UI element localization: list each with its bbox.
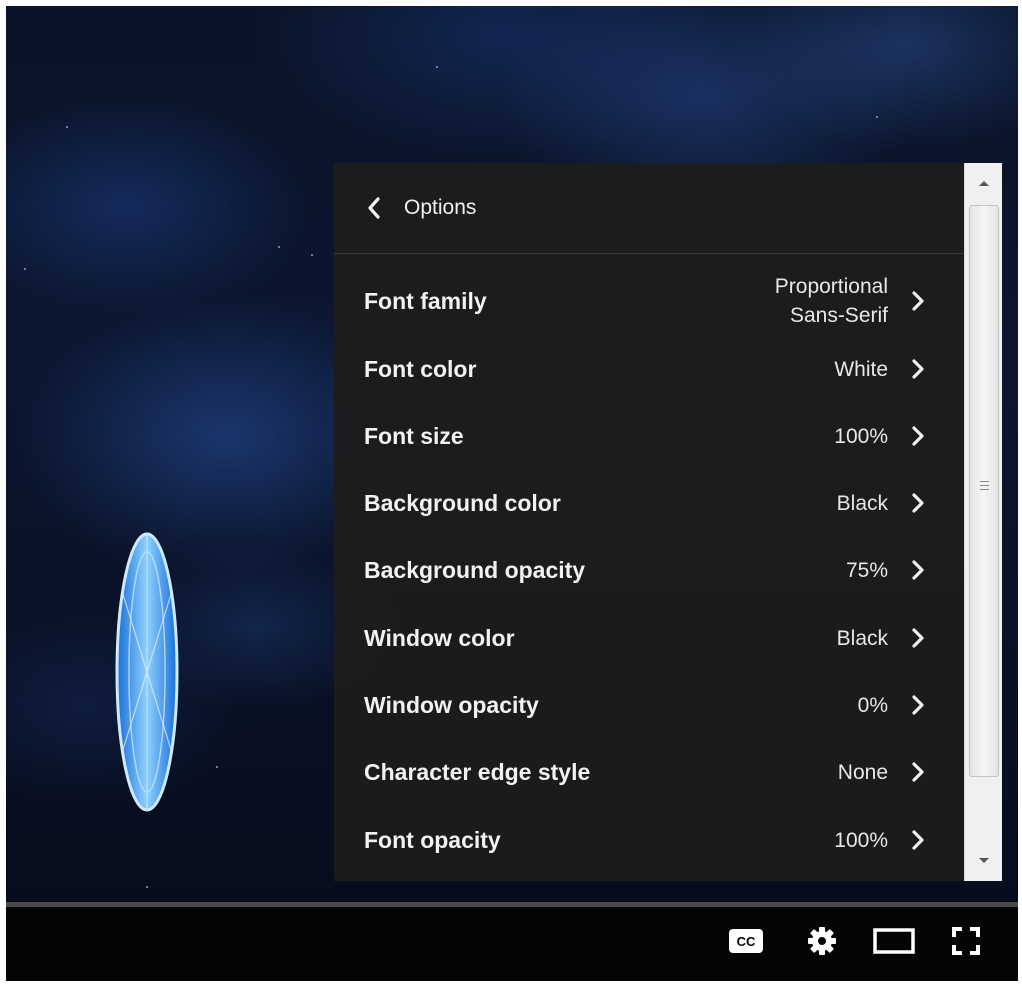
option-row[interactable]: Character edge style None: [334, 739, 964, 805]
star: [146, 886, 148, 888]
option-row[interactable]: Window color Black: [334, 605, 964, 671]
option-row[interactable]: Font family Proportional Sans-Serif: [334, 268, 964, 334]
option-value: Proportional Sans-Serif: [775, 272, 888, 330]
option-value-line: 75%: [845, 558, 888, 582]
option-value: White: [834, 355, 888, 384]
star: [278, 246, 280, 248]
chevron-right-icon: [910, 290, 926, 312]
option-value: None: [838, 758, 888, 787]
option-value: 75%: [846, 556, 888, 585]
scrollbar-thumb[interactable]: [969, 205, 999, 777]
option-value-line: Proportional: [774, 275, 888, 298]
star: [876, 116, 878, 118]
option-row[interactable]: Window opacity 0%: [334, 672, 964, 738]
option-label: Character edge style: [364, 759, 591, 785]
chevron-right-icon: [910, 425, 926, 447]
blue-crystal-image: [115, 532, 179, 812]
star: [436, 66, 438, 68]
option-value: 100%: [834, 422, 888, 451]
panel-title[interactable]: Options: [404, 196, 476, 220]
option-value-line: Black: [836, 491, 888, 515]
option-value-line: 100%: [834, 424, 888, 448]
chevron-left-icon[interactable]: [364, 196, 384, 220]
chevron-right-icon: [910, 358, 926, 380]
star: [24, 268, 26, 270]
option-value: Black: [837, 624, 888, 653]
panel-header: Options: [334, 163, 964, 254]
chevron-right-icon: [910, 492, 926, 514]
scroll-down-arrow-icon[interactable]: [965, 841, 1002, 881]
option-value-line: 0%: [857, 693, 888, 717]
scrollbar-grip-icon: [980, 481, 989, 493]
video-player: Options Font family Proportional Sans-Seri…: [6, 6, 1018, 981]
option-label: Window opacity: [364, 692, 539, 718]
option-label: Background opacity: [364, 557, 586, 583]
option-label: Font family: [364, 288, 487, 314]
scroll-up-arrow-icon[interactable]: [965, 163, 1002, 203]
option-label: Background color: [364, 490, 561, 516]
fullscreen-icon[interactable]: [946, 921, 986, 961]
chevron-right-icon: [910, 829, 926, 851]
caption-options-panel: Options Font family Proportional Sans-Seri…: [334, 163, 964, 881]
option-label: Window color: [364, 625, 515, 651]
option-value-line: None: [837, 760, 888, 784]
chevron-right-icon: [910, 761, 926, 783]
option-label: Font color: [364, 356, 477, 382]
theater-mode-icon[interactable]: [870, 921, 918, 961]
option-label: Font opacity: [364, 827, 501, 853]
option-row[interactable]: Font color White: [334, 336, 964, 402]
star: [216, 766, 218, 768]
captions-badge-label: CC: [737, 934, 756, 949]
option-value-line: Sans-Serif: [789, 304, 888, 327]
option-value: Black: [837, 489, 888, 518]
star: [311, 254, 313, 256]
option-value-line: 100%: [834, 828, 888, 852]
chevron-right-icon: [910, 627, 926, 649]
option-row[interactable]: Background color Black: [334, 470, 964, 536]
option-row[interactable]: Font size 100%: [334, 403, 964, 469]
chevron-right-icon: [910, 559, 926, 581]
option-row[interactable]: Background opacity 75%: [334, 537, 964, 603]
settings-gear-icon[interactable]: [802, 921, 842, 961]
scrollbar[interactable]: [964, 163, 1002, 881]
option-value: 0%: [858, 691, 888, 720]
player-controls: CC: [6, 907, 1018, 981]
chevron-right-icon: [910, 694, 926, 716]
option-row[interactable]: Font opacity 100%: [334, 807, 964, 873]
captions-icon[interactable]: CC: [724, 921, 768, 961]
option-value-line: White: [834, 357, 888, 381]
option-value: 100%: [834, 826, 888, 855]
option-value-line: Black: [836, 626, 888, 650]
option-label: Font size: [364, 423, 464, 449]
star: [66, 126, 68, 128]
